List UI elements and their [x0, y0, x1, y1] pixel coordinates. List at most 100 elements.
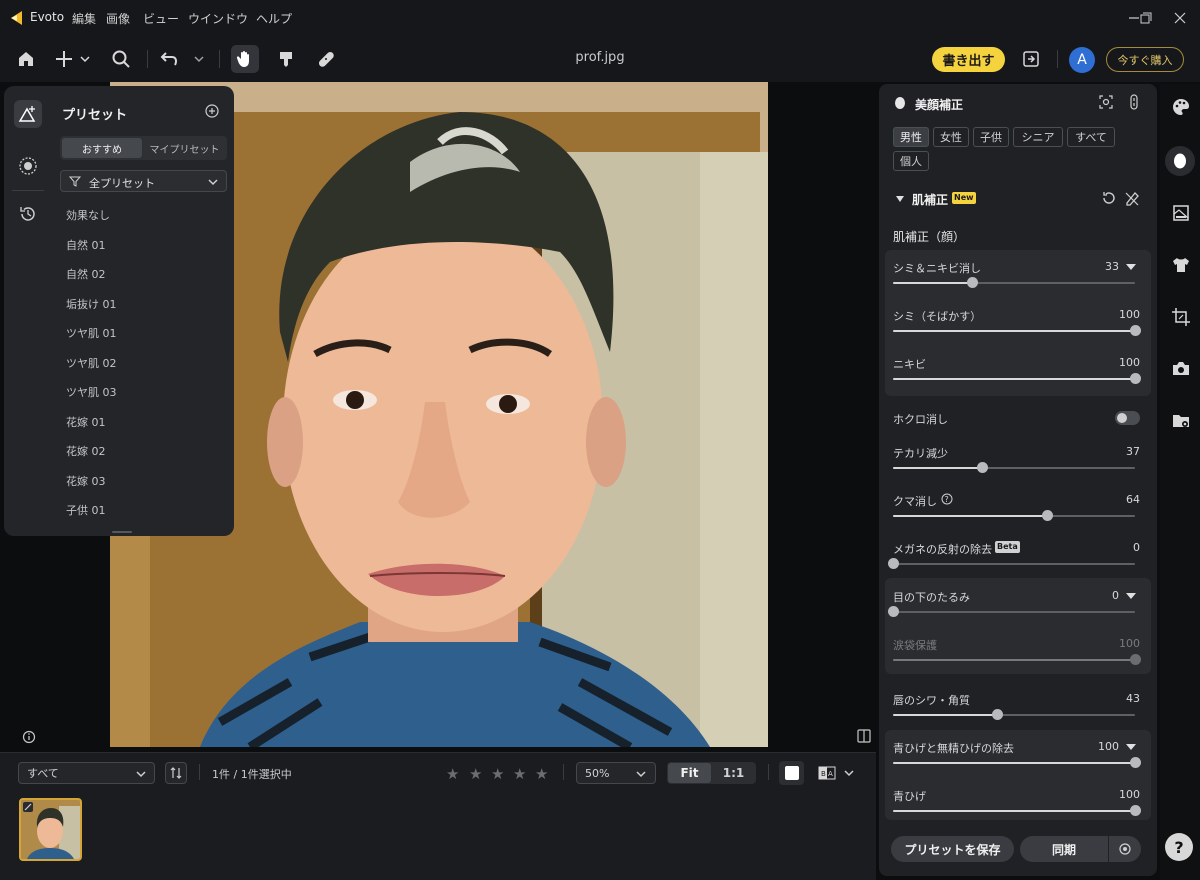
preset-item[interactable]: 花嫁 01: [66, 414, 106, 430]
fit-button[interactable]: Fit: [668, 763, 711, 783]
dropdown-triangle-icon[interactable]: [1125, 262, 1137, 272]
camera-icon[interactable]: [1170, 358, 1192, 380]
chip-senior[interactable]: シニア: [1013, 127, 1063, 147]
one-to-one-button[interactable]: 1:1: [712, 763, 755, 783]
menu-edit[interactable]: 編集: [72, 10, 96, 27]
slider-handle[interactable]: [967, 277, 979, 288]
preset-item[interactable]: 効果なし: [66, 207, 110, 223]
preset-item[interactable]: 自然 01: [66, 237, 106, 253]
help-circle-icon[interactable]: ?: [941, 493, 953, 505]
search-icon[interactable]: [108, 46, 134, 72]
before-after-icon[interactable]: [856, 728, 872, 744]
sync-face-icon[interactable]: [1126, 94, 1142, 110]
menu-image[interactable]: 画像: [106, 10, 130, 27]
preset-item[interactable]: ツヤ肌 03: [66, 384, 117, 400]
sync-button[interactable]: 同期: [1020, 836, 1108, 862]
avatar[interactable]: A: [1069, 47, 1095, 73]
info-icon[interactable]: [22, 730, 36, 744]
palette-icon[interactable]: [1170, 96, 1192, 118]
history-icon[interactable]: [14, 200, 42, 228]
slider-handle[interactable]: [1129, 805, 1141, 816]
face-detect-icon[interactable]: [1098, 94, 1114, 110]
save-preset-button[interactable]: プリセットを保存: [891, 836, 1014, 862]
slider-handle[interactable]: [1129, 325, 1141, 336]
folder-view-icon[interactable]: [1170, 410, 1192, 432]
chip-all[interactable]: すべて: [1067, 127, 1115, 147]
close-window-icon[interactable]: [1170, 8, 1190, 28]
chip-male[interactable]: 男性: [893, 127, 929, 147]
face-retouch-icon[interactable]: [1165, 146, 1195, 176]
slider-handle[interactable]: [1129, 373, 1141, 384]
background-color-icon[interactable]: [779, 761, 804, 785]
preset-item[interactable]: 花嫁 03: [66, 473, 106, 489]
add-icon[interactable]: [54, 46, 94, 72]
preset-item[interactable]: 垢抜け 01: [66, 296, 117, 312]
chip-individual[interactable]: 個人: [893, 151, 929, 171]
subsection-title: 肌補正（顔）: [893, 230, 966, 244]
restore-icon[interactable]: [1135, 8, 1155, 28]
texture-circle-icon[interactable]: [14, 152, 42, 180]
rating-star-2[interactable]: ★: [469, 765, 482, 783]
sync-settings-icon[interactable]: [1109, 836, 1141, 862]
slider-value: 37: [1126, 445, 1140, 458]
adjustment-panel: 美顔補正 男性 女性 子供 シニア すべて 個人 肌補正 New 肌補正（顔） …: [879, 84, 1157, 876]
slider-handle[interactable]: [887, 606, 899, 617]
reset-icon[interactable]: [1101, 190, 1117, 206]
preset-mountain-icon[interactable]: [14, 100, 42, 128]
crop-icon[interactable]: [1170, 306, 1192, 328]
preset-item[interactable]: ツヤ肌 01: [66, 325, 117, 341]
add-preset-icon[interactable]: [204, 103, 220, 119]
rating-star-3[interactable]: ★: [491, 765, 504, 783]
preset-filter-select[interactable]: 全プリセット: [60, 170, 227, 192]
help-icon[interactable]: ?: [1165, 833, 1193, 861]
slider-row: テカリ減少 37: [879, 445, 1157, 485]
rating-star-5[interactable]: ★: [535, 765, 548, 783]
export-button[interactable]: 書き出す: [932, 47, 1005, 72]
background-icon[interactable]: [1170, 202, 1192, 224]
brush-icon[interactable]: [273, 46, 299, 72]
mole-removal-toggle[interactable]: [1115, 411, 1140, 425]
zoom-select[interactable]: 50%: [576, 762, 656, 784]
slider-handle[interactable]: [1129, 654, 1141, 665]
erase-icon[interactable]: [1124, 190, 1140, 206]
preset-item[interactable]: 子供 01: [66, 502, 106, 518]
chip-child[interactable]: 子供: [973, 127, 1009, 147]
dropdown-triangle-icon[interactable]: [1125, 742, 1137, 752]
bandage-icon[interactable]: [313, 46, 339, 72]
slider-track[interactable]: [893, 563, 1135, 565]
clothing-icon[interactable]: [1170, 254, 1192, 276]
buy-now-button[interactable]: 今すぐ購入: [1106, 47, 1184, 72]
slider-handle[interactable]: [1042, 510, 1054, 521]
chip-female[interactable]: 女性: [933, 127, 969, 147]
preset-item[interactable]: ツヤ肌 02: [66, 355, 117, 371]
sort-icon[interactable]: [165, 762, 187, 784]
slider-label: 目の下のたるみ: [893, 591, 970, 604]
section-title: 肌補正: [912, 193, 949, 207]
before-after-view-icon[interactable]: BA: [817, 764, 859, 782]
collapse-triangle-icon[interactable]: [895, 194, 905, 204]
slider-handle[interactable]: [991, 709, 1003, 720]
slider-value: 100: [1119, 308, 1140, 321]
filter-select[interactable]: すべて: [18, 762, 155, 784]
slider-track[interactable]: [893, 611, 1135, 613]
slider-handle[interactable]: [887, 558, 899, 569]
menu-view[interactable]: ビュー: [143, 10, 179, 27]
slider-fill: [893, 515, 1048, 517]
menu-help[interactable]: ヘルプ: [256, 10, 292, 27]
slider-handle[interactable]: [1129, 757, 1141, 768]
home-icon[interactable]: [13, 46, 39, 72]
thumbnail[interactable]: [19, 798, 82, 861]
tab-my-presets[interactable]: マイプリセット: [144, 138, 225, 158]
preset-item[interactable]: 花嫁 02: [66, 443, 106, 459]
preset-item[interactable]: 自然 02: [66, 266, 106, 282]
scroll-indicator[interactable]: [112, 531, 132, 533]
undo-icon[interactable]: [160, 46, 208, 72]
compare-panel-icon[interactable]: [1018, 46, 1044, 72]
tab-recommended[interactable]: おすすめ: [62, 138, 142, 158]
dropdown-triangle-icon[interactable]: [1125, 591, 1137, 601]
hand-tool-icon[interactable]: [231, 45, 259, 73]
slider-handle[interactable]: [977, 462, 989, 473]
rating-star-4[interactable]: ★: [513, 765, 526, 783]
menu-window[interactable]: ウインドウ: [188, 10, 248, 27]
rating-star-1[interactable]: ★: [446, 765, 459, 783]
